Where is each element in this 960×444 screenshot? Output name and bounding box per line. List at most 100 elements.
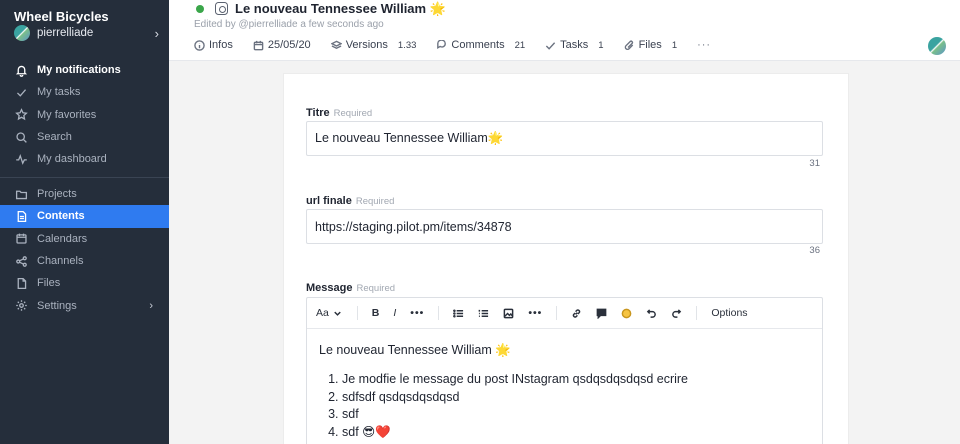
titre-input[interactable]: Le nouveau Tennessee William🌟 bbox=[306, 121, 823, 156]
files-button[interactable]: Files 1 bbox=[624, 39, 678, 51]
edited-by-text: Edited by @pierrelliade a few seconds ag… bbox=[194, 19, 384, 30]
user-switcher[interactable]: pierrelliade › bbox=[14, 24, 159, 42]
sidebar-divider bbox=[0, 177, 169, 178]
font-size-dropdown[interactable]: Aa bbox=[316, 307, 343, 319]
required-tag: Required bbox=[333, 108, 373, 119]
bold-icon[interactable]: B bbox=[372, 307, 380, 319]
bell-icon bbox=[14, 63, 28, 77]
paperclip-icon bbox=[624, 40, 635, 51]
list-item: Je modfie le message du post INstagram q… bbox=[342, 371, 822, 389]
toolbar-separator bbox=[556, 306, 558, 320]
sidebar-item-files[interactable]: Files bbox=[0, 272, 169, 294]
versions-button[interactable]: Versions 1.33 bbox=[330, 39, 417, 51]
sidebar-item-dashboard[interactable]: My dashboard bbox=[0, 148, 169, 170]
page-title: Le nouveau Tennessee William 🌟 bbox=[235, 1, 446, 16]
folder-icon bbox=[14, 187, 28, 201]
date-button[interactable]: 25/05/20 bbox=[253, 39, 311, 51]
sidebar-item-contents[interactable]: Contents bbox=[0, 205, 169, 228]
sidebar: Wheel Bicycles pierrelliade › My notific… bbox=[0, 0, 169, 444]
primary-nav: My notifications My tasks My favorites S… bbox=[0, 59, 169, 170]
file-icon bbox=[14, 276, 28, 290]
versions-label: Versions bbox=[345, 39, 388, 51]
calendar-icon bbox=[253, 40, 264, 51]
image-icon[interactable] bbox=[503, 308, 514, 319]
share-icon bbox=[14, 254, 28, 268]
star-icon bbox=[14, 108, 28, 122]
tasks-count: 1 bbox=[598, 39, 604, 51]
link-icon[interactable] bbox=[571, 308, 582, 319]
sidebar-item-label: My favorites bbox=[37, 108, 97, 121]
user-name: pierrelliade bbox=[37, 27, 94, 39]
message-intro: Le nouveau Tennessee William 🌟 bbox=[319, 343, 511, 357]
toolbar-separator bbox=[438, 306, 440, 320]
toolbar-separator bbox=[356, 306, 358, 320]
editor-toolbar: Aa B I ••• ••• Options bbox=[307, 298, 822, 329]
toolbar-separator bbox=[696, 306, 698, 320]
sidebar-item-label: Files bbox=[37, 277, 61, 290]
emoji-icon[interactable] bbox=[621, 308, 632, 319]
workspace-name[interactable]: Wheel Bicycles bbox=[14, 9, 109, 24]
sidebar-item-projects[interactable]: Projects bbox=[0, 183, 169, 205]
options-button[interactable]: Options bbox=[711, 307, 747, 319]
sidebar-item-search[interactable]: Search bbox=[0, 126, 169, 148]
date-label: 25/05/20 bbox=[267, 39, 311, 51]
message-list: Je modfie le message du post INstagram q… bbox=[319, 371, 822, 441]
italic-icon[interactable]: I bbox=[393, 307, 396, 319]
versions-count: 1.33 bbox=[397, 39, 417, 51]
editor-content[interactable]: Le nouveau Tennessee William 🌟 Je modfie… bbox=[307, 329, 822, 441]
required-tag: Required bbox=[355, 196, 395, 207]
secondary-nav: Projects Contents Calendars Channels Fil… bbox=[0, 183, 169, 317]
message-label-text: Message bbox=[306, 282, 353, 294]
comment-icon[interactable] bbox=[596, 308, 607, 319]
avatar[interactable] bbox=[928, 37, 946, 55]
sidebar-item-label: Calendars bbox=[37, 232, 88, 245]
comments-label: Comments bbox=[451, 39, 505, 51]
list-item: sdfsdf qsdqsdqsdqsd bbox=[342, 389, 822, 407]
sidebar-item-tasks[interactable]: My tasks bbox=[0, 81, 169, 103]
sidebar-item-label: My tasks bbox=[37, 86, 81, 99]
url-char-counter: 36 bbox=[809, 245, 820, 256]
more-insert-icon[interactable]: ••• bbox=[528, 307, 542, 319]
required-tag: Required bbox=[356, 283, 396, 294]
check-icon bbox=[545, 40, 556, 51]
undo-icon[interactable] bbox=[646, 308, 657, 319]
calendar-icon bbox=[14, 232, 28, 246]
titre-label: Titre Required bbox=[306, 107, 372, 119]
layers-icon bbox=[330, 40, 342, 51]
sidebar-item-favorites[interactable]: My favorites bbox=[0, 104, 169, 126]
url-label: url finale Required bbox=[306, 195, 394, 207]
redo-icon[interactable] bbox=[671, 308, 682, 319]
sidebar-item-channels[interactable]: Channels bbox=[0, 250, 169, 272]
bullet-list-icon[interactable] bbox=[453, 308, 464, 319]
comments-count: 21 bbox=[514, 39, 526, 51]
tasks-button[interactable]: Tasks 1 bbox=[545, 39, 604, 51]
titre-label-text: Titre bbox=[306, 107, 330, 119]
tasks-label: Tasks bbox=[560, 39, 589, 51]
activity-icon bbox=[14, 152, 28, 166]
message-label: Message Required bbox=[306, 282, 395, 294]
more-button[interactable]: ··· bbox=[697, 39, 711, 51]
infos-button[interactable]: Infos bbox=[194, 39, 233, 51]
sidebar-item-label: Channels bbox=[37, 255, 84, 268]
sidebar-item-settings[interactable]: Settings › bbox=[0, 294, 169, 316]
sidebar-item-notifications[interactable]: My notifications bbox=[0, 59, 169, 81]
item-toolbar: Infos 25/05/20 Versions 1.33 Comments 21… bbox=[194, 38, 731, 52]
search-icon bbox=[14, 130, 28, 144]
sidebar-item-label: Search bbox=[37, 131, 72, 144]
check-icon bbox=[14, 85, 28, 99]
message-editor[interactable]: Aa B I ••• ••• Options Le nouveau Tennes… bbox=[306, 297, 823, 444]
files-count: 1 bbox=[671, 39, 678, 51]
document-icon bbox=[14, 209, 28, 223]
chevron-down-icon bbox=[333, 311, 341, 316]
sidebar-item-calendars[interactable]: Calendars bbox=[0, 228, 169, 250]
files-label: Files bbox=[638, 39, 662, 51]
numbered-list-icon[interactable] bbox=[478, 308, 489, 319]
chevron-right-icon: › bbox=[154, 25, 159, 41]
instagram-icon bbox=[215, 2, 228, 15]
more-format-icon[interactable]: ••• bbox=[410, 307, 424, 319]
url-input[interactable]: https://staging.pilot.pm/items/34878 bbox=[306, 209, 823, 244]
titre-char-counter: 31 bbox=[809, 158, 820, 169]
font-size-label: Aa bbox=[316, 307, 329, 319]
comments-button[interactable]: Comments 21 bbox=[436, 39, 525, 51]
status-dot bbox=[196, 5, 204, 13]
